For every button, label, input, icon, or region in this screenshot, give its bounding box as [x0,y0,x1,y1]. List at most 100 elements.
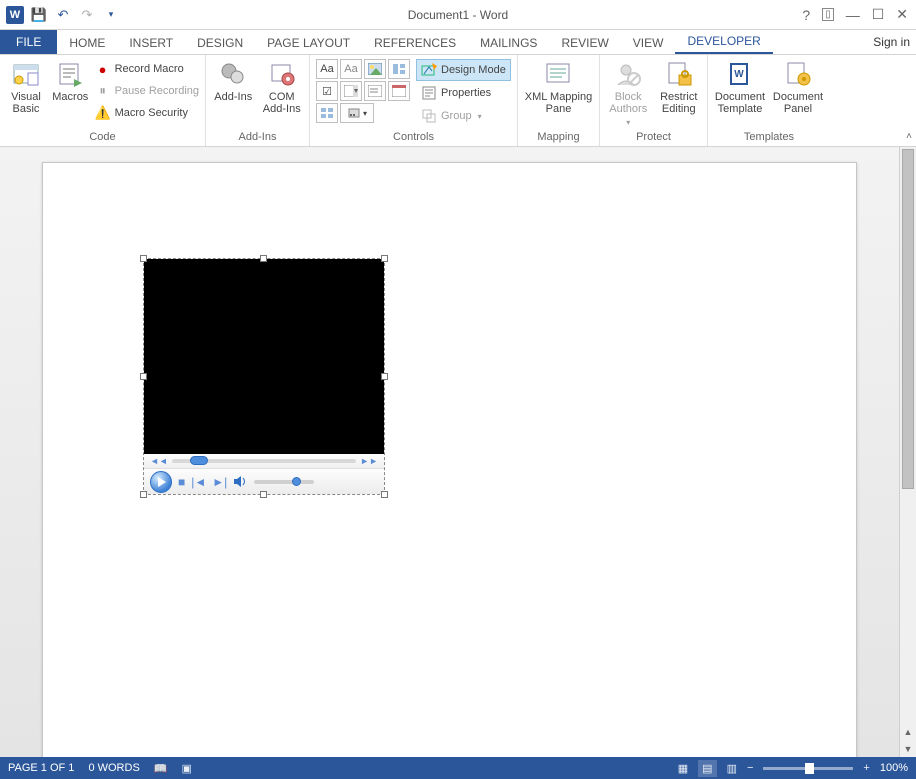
tab-references[interactable]: REFERENCES [362,31,468,54]
seek-track[interactable] [172,459,356,463]
redo-icon[interactable]: ↷ [78,6,96,24]
datepicker-control-icon[interactable] [388,81,410,101]
zoom-out-icon[interactable]: − [747,762,753,774]
prev-track-icon[interactable]: |◄ [191,475,206,489]
rewind-icon[interactable]: ◄◄ [150,456,168,466]
tab-file[interactable]: FILE [0,30,57,54]
stop-icon[interactable]: ■ [178,475,185,489]
help-icon[interactable]: ? [802,7,810,23]
media-player-control[interactable]: ◄◄ ►► ■ |◄ ►| [143,258,385,495]
legacy-tools-icon[interactable]: ▾ [340,103,374,123]
volume-slider[interactable] [254,480,314,484]
next-track-icon[interactable]: ►| [212,475,227,489]
volume-thumb[interactable] [292,477,301,486]
document-panel-icon [782,59,814,89]
tab-insert[interactable]: INSERT [117,31,185,54]
controls-row3: ▾ [316,103,410,123]
sign-in-link[interactable]: Sign in [873,35,910,49]
close-icon[interactable]: ✕ [896,6,908,23]
tab-view[interactable]: VIEW [621,31,676,54]
resize-handle[interactable] [140,373,147,380]
addins-button[interactable]: Add-Ins [212,59,255,103]
print-layout-icon[interactable]: ▤ [698,760,716,777]
macros-icon [54,59,86,89]
svg-text:W: W [734,69,744,80]
picture-control-icon[interactable] [364,59,386,79]
tab-page-layout[interactable]: PAGE LAYOUT [255,31,362,54]
resize-handle[interactable] [260,491,267,498]
macro-security-button[interactable]: ⚠️Macro Security [95,103,199,123]
ribbon-tabs: FILE HOME INSERT DESIGN PAGE LAYOUT REFE… [0,30,916,55]
undo-icon[interactable]: ↶ [54,6,72,24]
tab-developer[interactable]: DEVELOPER [675,29,772,54]
combobox-control-icon[interactable] [340,81,362,101]
fastforward-icon[interactable]: ►► [360,456,378,466]
zoom-slider[interactable] [763,767,853,770]
document-panel-button[interactable]: Document Panel [772,59,824,115]
group-addins: Add-Ins COM Add-Ins Add-Ins [206,55,310,146]
resize-handle[interactable] [381,255,388,262]
properties-button[interactable]: Properties [416,82,511,104]
group-button[interactable]: Group▾ [416,105,511,127]
block-authors-icon [612,59,644,89]
resize-handle[interactable] [381,373,388,380]
controls-row2: ☑ [316,81,410,101]
zoom-level[interactable]: 100% [880,762,908,774]
macros-button[interactable]: Macros [52,59,89,103]
com-addins-button[interactable]: COM Add-Ins [261,59,304,115]
seek-thumb[interactable] [190,456,208,465]
dropdown-control-icon[interactable] [364,81,386,101]
resize-handle[interactable] [140,491,147,498]
resize-handle[interactable] [381,491,388,498]
record-macro-button[interactable]: ●Record Macro [95,59,199,79]
design-mode-button[interactable]: Design Mode [416,59,511,81]
tab-home[interactable]: HOME [57,31,117,54]
document-area: ◄◄ ►► ■ |◄ ►| ▲ ▼ [0,147,916,757]
qat-customize-icon[interactable]: ▾ [102,6,120,24]
save-icon[interactable]: 💾 [30,6,48,24]
warning-icon: ⚠️ [95,105,111,121]
collapse-ribbon-icon[interactable]: ˄ [906,131,912,142]
addins-icon [217,59,249,89]
proofing-icon[interactable]: 📖 [154,762,168,775]
repeating-control-icon[interactable] [316,103,338,123]
resize-handle[interactable] [140,255,147,262]
document-template-button[interactable]: W Document Template [714,59,766,115]
video-display [144,259,384,454]
zoom-thumb[interactable] [805,763,814,774]
seek-bar[interactable]: ◄◄ ►► [144,454,384,468]
play-button[interactable] [150,471,172,493]
plain-text-control-icon[interactable]: Aa [340,59,362,79]
ribbon-display-icon[interactable]: ▯ [822,8,834,21]
volume-icon[interactable] [233,474,248,489]
vertical-scrollbar[interactable]: ▲ ▼ [899,147,916,757]
macro-flag-icon[interactable]: ▣ [181,762,191,775]
scroll-up-icon[interactable]: ▲ [900,723,916,740]
page-indicator[interactable]: PAGE 1 OF 1 [8,762,74,774]
visual-basic-button[interactable]: Visual Basic [6,59,46,115]
page[interactable]: ◄◄ ►► ■ |◄ ►| [42,162,857,757]
design-mode-icon [421,62,437,78]
word-count[interactable]: 0 WORDS [88,762,139,774]
tab-mailings[interactable]: MAILINGS [468,31,549,54]
group-code-label: Code [0,129,205,146]
zoom-in-icon[interactable]: + [863,762,869,774]
building-block-control-icon[interactable] [388,59,410,79]
tab-review[interactable]: REVIEW [549,31,620,54]
xml-mapping-button[interactable]: XML Mapping Pane [524,59,593,115]
group-protect-label: Protect [600,129,707,146]
checkbox-control-icon[interactable]: ☑ [316,81,338,101]
pause-icon: ⏸ [95,83,111,99]
record-icon: ● [95,61,111,77]
tab-design[interactable]: DESIGN [185,31,255,54]
rich-text-control-icon[interactable]: Aa [316,59,338,79]
scroll-down-icon[interactable]: ▼ [900,740,916,757]
scroll-thumb[interactable] [902,149,914,489]
restrict-editing-button[interactable]: Restrict Editing [657,59,702,115]
resize-handle[interactable] [260,255,267,262]
minimize-icon[interactable]: — [846,7,860,23]
macros-label: Macros [52,91,88,103]
web-layout-icon[interactable]: ▥ [727,762,737,775]
maximize-icon[interactable]: ☐ [872,6,885,23]
read-mode-icon[interactable]: ▦ [678,762,688,775]
